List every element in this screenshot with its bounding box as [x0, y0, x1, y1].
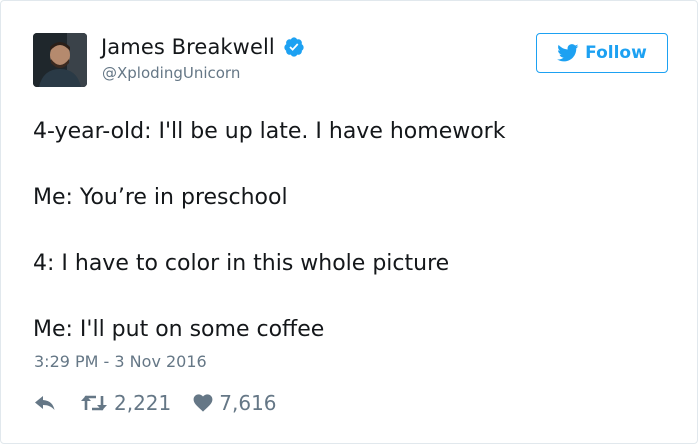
tweet-timestamp[interactable]: 3:29 PM - 3 Nov 2016	[34, 352, 207, 371]
tweet-line: 4: I have to color in this whole picture	[33, 251, 450, 276]
retweet-button[interactable]: 2,221	[80, 391, 171, 415]
tweet-card: James Breakwell @XplodingUnicorn Follow …	[0, 0, 698, 444]
like-button[interactable]: 7,616	[193, 391, 277, 415]
tweet-text: 4-year-old: I'll be up late. I have home…	[33, 115, 673, 347]
verified-badge-icon	[283, 36, 305, 58]
user-name-row: James Breakwell	[101, 35, 305, 59]
retweet-icon	[80, 393, 108, 413]
reply-arrow-icon	[34, 394, 56, 412]
follow-button[interactable]: Follow	[536, 33, 668, 73]
user-handle[interactable]: @XplodingUnicorn	[102, 64, 240, 82]
user-name[interactable]: James Breakwell	[101, 35, 275, 59]
avatar-image	[33, 33, 87, 87]
twitter-bird-icon	[557, 44, 579, 62]
tweet-line: Me: I'll put on some coffee	[33, 317, 325, 342]
reply-button[interactable]	[34, 394, 56, 412]
follow-button-label: Follow	[585, 43, 647, 63]
like-count: 7,616	[219, 391, 277, 415]
tweet-actions: 2,221 7,616	[34, 391, 277, 415]
tweet-line: 4-year-old: I'll be up late. I have home…	[33, 119, 506, 144]
tweet-line: Me: You’re in preschool	[33, 185, 288, 210]
retweet-count: 2,221	[114, 391, 172, 415]
avatar[interactable]	[33, 33, 87, 87]
heart-icon	[193, 394, 213, 412]
